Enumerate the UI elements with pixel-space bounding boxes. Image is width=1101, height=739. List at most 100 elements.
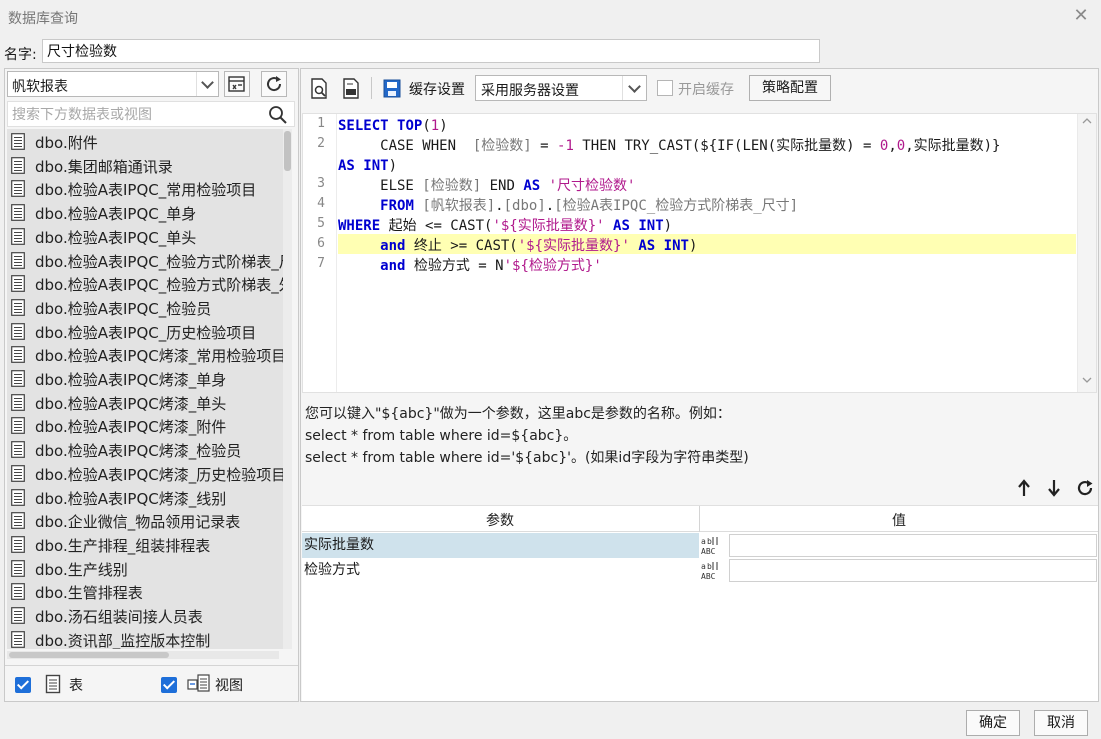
type-label: ABC [701,572,716,581]
parameter-name: 检验方式 [302,558,699,583]
cache-mode-select[interactable]: 采用服务器设置 [475,75,647,101]
table-name: dbo.检验A表IPQC烤漆_常用检验项目 [35,347,285,366]
table-list-item[interactable]: dbo.资讯部_监控版本控制 [7,628,285,649]
table-icon [11,251,25,269]
line-number: 6 [317,236,325,251]
hint-line: 您可以键入"${abc}"做为一个参数，这里abc是参数的名称。例如： [305,406,731,422]
table-list-item[interactable]: dbo.检验A表IPQC烤漆_历史检验项目 [7,462,285,485]
ok-button[interactable]: 确定 [966,710,1020,736]
table-list-item[interactable]: dbo.检验A表IPQC_单头 [7,225,285,248]
cancel-button[interactable]: 取消 [1034,710,1088,736]
datasource-select[interactable]: 帆软报表 [7,71,219,97]
table-list-item[interactable]: dbo.检验A表IPQC_检验员 [7,296,285,319]
table-icon [11,464,25,482]
table-list-item[interactable]: dbo.检验A表IPQC烤漆_检验员 [7,438,285,461]
svg-text:b: b [707,562,712,571]
table-list-scrollbar[interactable] [283,129,292,649]
close-icon[interactable]: ✕ [1071,6,1091,26]
table-search-input[interactable] [12,105,262,125]
line-number: 3 [317,176,325,191]
cache-mode-value: 采用服务器设置 [481,83,579,99]
parameter-value-input[interactable] [729,559,1097,582]
scroll-up-icon[interactable] [1082,117,1092,125]
sql-line: and 检验方式 = N'${检验方式}' [380,258,602,274]
refresh-params-icon[interactable] [1074,477,1096,499]
table-list-hscrollbar[interactable] [7,651,279,659]
table-list-item[interactable]: dbo.检验A表IPQC_检验方式阶梯表_尺寸 [7,249,285,272]
parameter-row[interactable]: 实际批量数 a b ABC [302,533,1098,558]
sql-editor[interactable]: 1 2 3 4 5 6 7 SELECT TOP(1) CASE WHEN [检… [302,113,1097,393]
table-icon [11,275,25,293]
table-icon [11,322,25,340]
table-name: dbo.检验A表IPQC_检验方式阶梯表_外观 [35,276,285,295]
table-list-item[interactable]: dbo.企业微信_物品领用记录表 [7,509,285,532]
table-list-item[interactable]: dbo.检验A表IPQC烤漆_线别 [7,486,285,509]
table-name: dbo.检验A表IPQC烤漆_线别 [35,489,227,508]
scrollbar-thumb[interactable] [284,131,291,171]
enable-cache-checkbox[interactable] [657,80,673,96]
table-list-item[interactable]: dbo.检验A表IPQC_历史检验项目 [7,320,285,343]
preview-icon[interactable] [309,77,331,101]
table-list-item[interactable]: dbo.生管排程表 [7,580,285,603]
name-label: 名字: [4,47,37,63]
scroll-down-icon[interactable] [1082,376,1092,384]
editor-scrollbar[interactable] [1077,114,1096,392]
show-tables-checkbox[interactable] [15,677,31,693]
table-icon [11,393,25,411]
table-list-item[interactable]: dbo.检验A表IPQC_常用检验项目 [7,177,285,200]
table-icon [11,417,25,435]
table-icon [11,630,25,648]
table-list-item[interactable]: dbo.附件 [7,130,285,153]
table-list-item[interactable]: dbo.检验A表IPQC烤漆_单身 [7,367,285,390]
table-list-item[interactable]: dbo.生产排程_组装排程表 [7,533,285,556]
parameter-row[interactable]: 检验方式 a b ABC [302,558,1098,583]
sql-line: WHERE 起始 <= CAST('${实际批量数}' AS INT) [338,218,673,234]
table-icon [11,488,25,506]
table-name: dbo.检验A表IPQC烤漆_单身 [35,371,227,389]
policy-config-button[interactable]: 策略配置 [749,75,831,101]
search-icon[interactable] [268,105,288,125]
cache-settings-label: 缓存设置 [409,82,465,98]
refresh-datasource-button[interactable] [261,71,287,97]
svg-text:a: a [701,562,706,571]
string-type-icon[interactable]: a bABC [700,535,724,557]
show-views-checkbox[interactable] [161,677,177,693]
sql-line: FROM [帆软报表].[dbo].[检验A表IPQC_检验方式阶梯表_尺寸] [380,198,799,214]
table-list-item[interactable]: dbo.汤石组装间接人员表 [7,604,285,627]
line-number: 4 [317,196,325,211]
chevron-down-icon[interactable] [196,72,218,96]
table-list-item[interactable]: dbo.检验A表IPQC烤漆_附件 [7,414,285,437]
sql-file-icon[interactable] [341,77,363,101]
view-icon [187,674,210,692]
table-icon [11,512,25,530]
chevron-down-icon[interactable] [622,76,646,100]
table-icon [11,441,25,458]
table-icon [45,674,61,694]
query-panel: 缓存设置 采用服务器设置 开启缓存 策略配置 1 2 3 4 5 6 7 SEL… [300,68,1099,702]
edit-datasource-button[interactable] [224,71,250,97]
parameter-value-input[interactable] [729,534,1097,557]
string-type-icon[interactable]: a bABC [700,560,724,582]
datasource-value: 帆软报表 [12,79,68,95]
hscrollbar-thumb[interactable] [9,652,169,658]
sql-line: AS INT) [338,158,398,174]
table-list-item[interactable]: dbo.集团邮箱通讯录 [7,154,285,177]
move-up-icon[interactable] [1013,477,1035,499]
toolbar-divider [371,77,372,99]
table-list-item[interactable]: dbo.检验A表IPQC烤漆_单头 [7,391,285,414]
name-field[interactable] [42,39,820,63]
move-down-icon[interactable] [1043,477,1065,499]
parameter-table: 参数 值 实际批量数 a b ABC 检验方式 a b ABC [302,505,1098,701]
table-list-item[interactable]: dbo.检验A表IPQC_单身 [7,201,285,224]
table-name: dbo.检验A表IPQC_单头 [35,228,197,247]
table-name: dbo.检验A表IPQC烤漆_历史检验项目 [35,465,285,484]
sql-line: CASE WHEN [检验数] = -1 THEN TRY_CAST(${IF(… [338,138,1001,154]
param-column-header: 参数 [486,513,514,529]
table-list-item[interactable]: dbo.生产线别 [7,557,285,580]
table-icon [11,204,25,221]
dialog-title: 数据库查询 [8,11,78,27]
table-name: dbo.检验A表IPQC烤漆_附件 [35,418,227,437]
parameter-name: 实际批量数 [302,533,699,558]
table-list-item[interactable]: dbo.检验A表IPQC烤漆_常用检验项目 [7,343,285,366]
table-list-item[interactable]: dbo.检验A表IPQC_检验方式阶梯表_外观 [7,272,285,295]
